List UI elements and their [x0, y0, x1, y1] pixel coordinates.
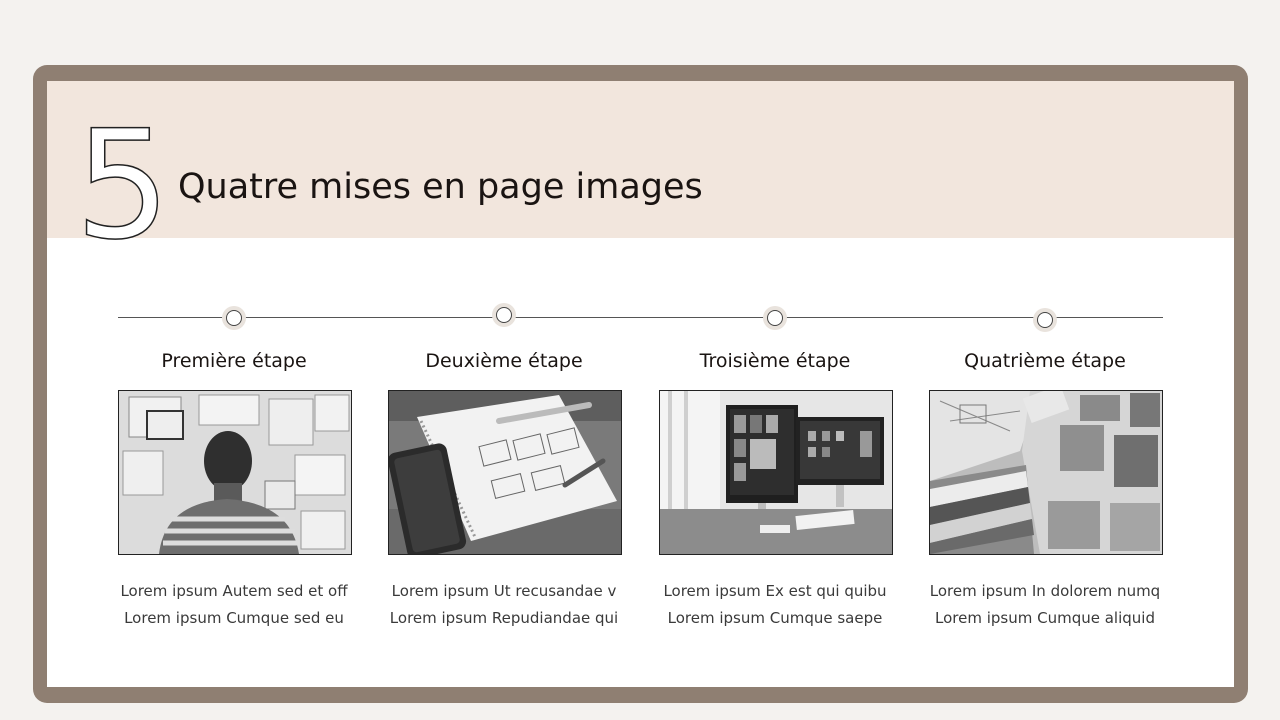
- step-image-1: [118, 390, 352, 555]
- step-caption-3: Lorem ipsum Ex est qui quibu Lorem ipsum…: [658, 578, 892, 632]
- step-heading-4: Quatrième étape: [964, 350, 1126, 372]
- step-caption-4-line-2: Lorem ipsum Cumque aliquid: [935, 609, 1155, 627]
- timeline-dot-1: [226, 310, 242, 326]
- step-caption-3-line-2: Lorem ipsum Cumque saepe: [667, 609, 883, 627]
- step-heading-1: Première étape: [161, 350, 307, 372]
- step-caption-2: Lorem ipsum Ut recusandae v Lorem ipsum …: [387, 578, 621, 632]
- step-image-3: [659, 390, 893, 555]
- header-band: [47, 81, 1234, 238]
- timeline-dot-2: [496, 307, 512, 323]
- step-caption-1: Lorem ipsum Autem sed et off Lorem ipsum…: [117, 578, 351, 632]
- step-image-2: [388, 390, 622, 555]
- step-caption-1-line-1: Lorem ipsum Autem sed et off: [120, 582, 348, 600]
- step-caption-2-line-2: Lorem ipsum Repudiandae qui: [389, 609, 619, 627]
- step-caption-2-line-1: Lorem ipsum Ut recusandae v: [391, 582, 617, 600]
- step-caption-3-line-1: Lorem ipsum Ex est qui quibu: [663, 582, 887, 600]
- step-caption-1-line-2: Lorem ipsum Cumque sed eu: [124, 609, 344, 627]
- timeline-line: [118, 317, 1163, 318]
- step-heading-2: Deuxième étape: [425, 350, 583, 372]
- slide-title: Quatre mises en page images: [178, 167, 703, 207]
- step-caption-4-line-1: Lorem ipsum In dolorem numq: [929, 582, 1161, 600]
- step-heading-3: Troisième étape: [699, 350, 851, 372]
- step-image-4: [929, 390, 1163, 555]
- timeline-dot-3: [767, 310, 783, 326]
- slide-canvas: 5 Quatre mises en page images Première é…: [47, 81, 1234, 687]
- step-caption-4: Lorem ipsum In dolorem numq Lorem ipsum …: [928, 578, 1162, 632]
- timeline-dot-4: [1037, 312, 1053, 328]
- slide-number: 5: [74, 99, 171, 273]
